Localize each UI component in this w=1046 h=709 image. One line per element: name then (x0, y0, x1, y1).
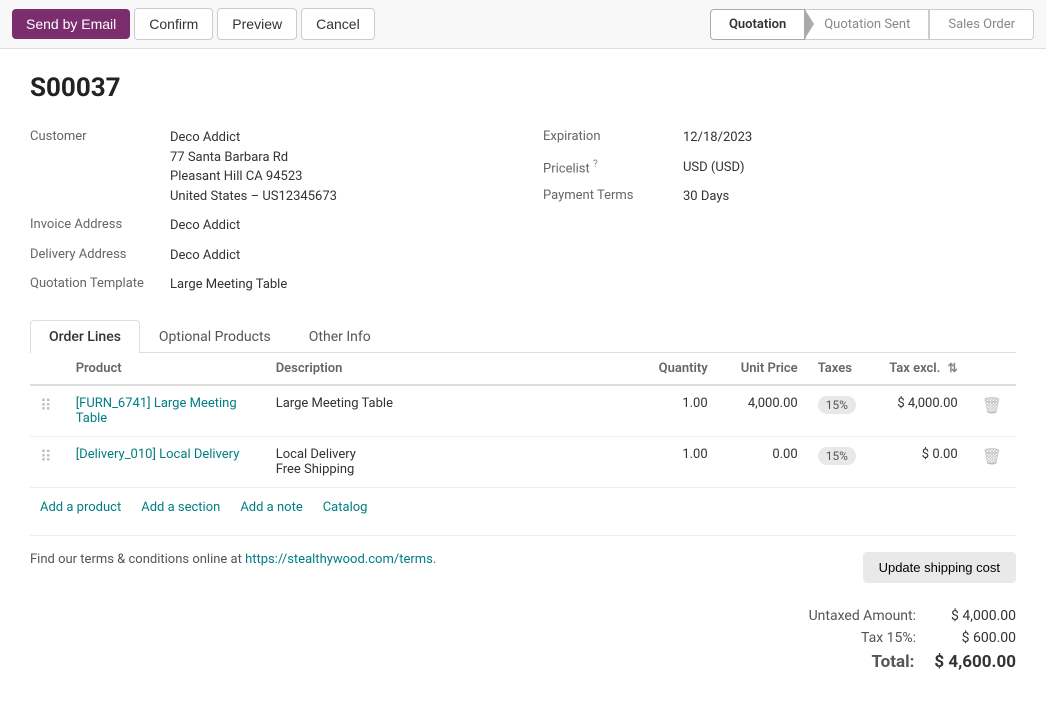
toolbar: Send by Email Confirm Preview Cancel Quo… (0, 0, 1046, 49)
payment-terms-field: Payment Terms 30 Days (543, 182, 1016, 212)
pricelist-value: USD (USD) (683, 158, 745, 178)
col-header-drag (30, 353, 66, 385)
table-row: ⠿ [Delivery_010] Local Delivery Local De… (30, 436, 1016, 487)
invoice-address-value: Deco Addict (170, 216, 240, 236)
payment-terms-label: Payment Terms (543, 187, 683, 203)
invoice-address-label: Invoice Address (30, 216, 170, 232)
col-header-unit-price: Unit Price (718, 353, 808, 385)
untaxed-amount: $ 4,000.00 (936, 608, 1016, 624)
product-cell-row2: [Delivery_010] Local Delivery (66, 436, 266, 487)
product-link-row1[interactable]: [FURN_6741] Large Meeting Table (76, 396, 237, 426)
add-links-row: Add a product Add a section Add a note C… (30, 488, 1016, 527)
delivery-address-field: Delivery Address Deco Addict (30, 241, 503, 271)
quantity-cell-row2[interactable]: 1.00 (638, 436, 718, 487)
form-grid: Customer Deco Addict77 Santa Barbara RdP… (30, 123, 1016, 300)
add-product-link[interactable]: Add a product (40, 500, 121, 515)
quotation-template-field: Quotation Template Large Meeting Table (30, 270, 503, 300)
tab-optional-products[interactable]: Optional Products (140, 320, 290, 353)
col-header-product: Product (66, 353, 266, 385)
pricelist-label: Pricelist ? (543, 158, 683, 176)
unit-price-cell-row2[interactable]: 0.00 (718, 436, 808, 487)
taxes-cell-row2: 15% (808, 436, 878, 487)
expiration-label: Expiration (543, 128, 683, 144)
add-note-link[interactable]: Add a note (240, 500, 302, 515)
tax-badge-row1[interactable]: 15% (818, 396, 856, 414)
status-step-quotation-sent[interactable]: Quotation Sent (805, 9, 929, 40)
delete-button-row2[interactable]: 🗑 (978, 447, 1006, 467)
catalog-link[interactable]: Catalog (323, 500, 368, 515)
confirm-button[interactable]: Confirm (134, 8, 213, 40)
delete-button-row1[interactable]: 🗑 (978, 396, 1006, 416)
tax-row: Tax 15%: $ 600.00 (756, 627, 1016, 649)
col-header-quantity: Quantity (638, 353, 718, 385)
terms-text: Find our terms & conditions online at ht… (30, 552, 436, 567)
cancel-button[interactable]: Cancel (301, 8, 375, 40)
invoice-address-field: Invoice Address Deco Addict (30, 211, 503, 241)
status-step-sales-order[interactable]: Sales Order (929, 9, 1034, 40)
customer-field: Customer Deco Addict77 Santa Barbara RdP… (30, 123, 503, 211)
tax-amount: $ 600.00 (936, 630, 1016, 646)
tax-excl-cell-row2: $ 0.00 (878, 436, 968, 487)
untaxed-amount-row: Untaxed Amount: $ 4,000.00 (756, 605, 1016, 627)
send-email-button[interactable]: Send by Email (12, 9, 130, 39)
total-row: Total: $ 4,600.00 (756, 649, 1016, 675)
description-cell-row1: Large Meeting Table (266, 385, 638, 437)
quotation-template-value: Large Meeting Table (170, 275, 287, 295)
description-cell-row2: Local DeliveryFree Shipping (266, 436, 638, 487)
tax-excl-cell-row1: $ 4,000.00 (878, 385, 968, 437)
col-header-delete (968, 353, 1016, 385)
taxes-cell-row1: 15% (808, 385, 878, 437)
main-content: S00037 Customer Deco Addict77 Santa Barb… (0, 49, 1046, 709)
tabs: Order Lines Optional Products Other Info (30, 320, 1016, 353)
quotation-template-label: Quotation Template (30, 275, 170, 291)
customer-value: Deco Addict77 Santa Barbara RdPleasant H… (170, 128, 337, 206)
quantity-cell-row1[interactable]: 1.00 (638, 385, 718, 437)
col-header-taxes: Taxes (808, 353, 878, 385)
table-row: ⠿ [FURN_6741] Large Meeting Table Large … (30, 385, 1016, 437)
unit-price-cell-row1[interactable]: 4,000.00 (718, 385, 808, 437)
drag-handle-icon[interactable]: ⠿ (40, 396, 56, 415)
drag-handle-row2[interactable]: ⠿ (30, 436, 66, 487)
delete-cell-row2: 🗑 (968, 436, 1016, 487)
document-title: S00037 (30, 73, 1016, 103)
delivery-address-value: Deco Addict (170, 246, 240, 266)
drag-handle-row1[interactable]: ⠿ (30, 385, 66, 437)
tab-other-info[interactable]: Other Info (290, 320, 390, 353)
update-shipping-button[interactable]: Update shipping cost (863, 552, 1016, 583)
untaxed-label: Untaxed Amount: (809, 608, 916, 624)
drag-handle-icon[interactable]: ⠿ (40, 447, 56, 466)
order-table: Product Description Quantity Unit Price … (30, 353, 1016, 488)
tax-badge-row2[interactable]: 15% (818, 447, 856, 465)
expiration-field: Expiration 12/18/2023 (543, 123, 1016, 153)
footer-section: Find our terms & conditions online at ht… (30, 535, 1016, 685)
status-bar: Quotation Quotation Sent Sales Order (710, 9, 1034, 40)
customer-label: Customer (30, 128, 170, 144)
summary-section: Update shipping cost Untaxed Amount: $ 4… (756, 552, 1016, 675)
col-header-description: Description (266, 353, 638, 385)
form-left: Customer Deco Addict77 Santa Barbara RdP… (30, 123, 503, 300)
preview-button[interactable]: Preview (217, 8, 297, 40)
delivery-address-label: Delivery Address (30, 246, 170, 262)
expiration-value: 12/18/2023 (683, 128, 752, 148)
payment-terms-value: 30 Days (683, 187, 729, 207)
terms-link[interactable]: https://stealthywood.com/terms. (245, 552, 436, 567)
col-header-tax-excl: Tax excl. ⇅ (878, 353, 968, 385)
product-cell-row1: [FURN_6741] Large Meeting Table (66, 385, 266, 437)
sort-icon: ⇅ (948, 361, 958, 375)
tax-label: Tax 15%: (861, 630, 916, 646)
add-section-link[interactable]: Add a section (141, 500, 220, 515)
product-link-row2[interactable]: [Delivery_010] Local Delivery (76, 447, 240, 462)
pricelist-field: Pricelist ? USD (USD) (543, 153, 1016, 183)
tab-order-lines[interactable]: Order Lines (30, 320, 140, 353)
status-step-quotation[interactable]: Quotation (710, 9, 805, 40)
delete-cell-row1: 🗑 (968, 385, 1016, 437)
form-right: Expiration 12/18/2023 Pricelist ? USD (U… (543, 123, 1016, 300)
